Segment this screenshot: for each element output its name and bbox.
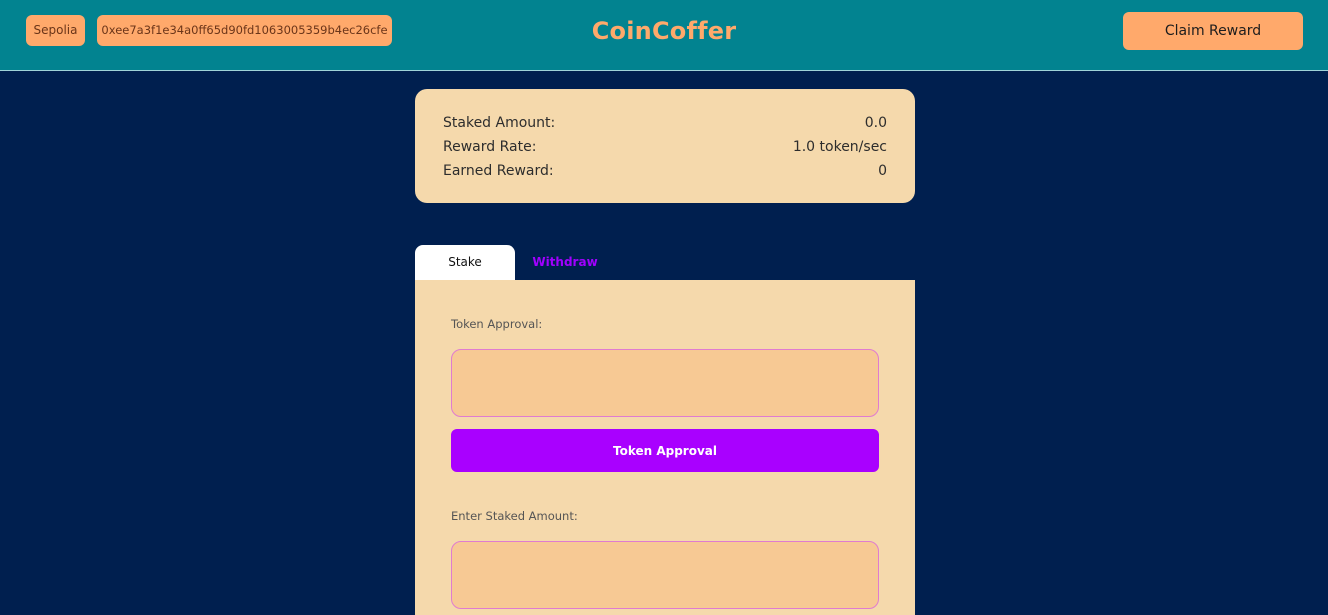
- stake-withdraw-tabs: Stake Withdraw: [415, 245, 915, 280]
- stat-row-earned-reward: Earned Reward: 0: [443, 159, 887, 183]
- tab-stake[interactable]: Stake: [415, 245, 515, 280]
- network-badge[interactable]: Sepolia: [26, 15, 85, 46]
- staking-stats-card: Staked Amount: 0.0 Reward Rate: 1.0 toke…: [415, 89, 915, 203]
- top-header: Sepolia 0xee7a3f1e34a0ff65d90fd106300535…: [0, 0, 1328, 71]
- stat-value: 0.0: [864, 115, 887, 131]
- token-approval-input[interactable]: [451, 349, 879, 417]
- stat-value: 0: [878, 163, 887, 179]
- stat-value: 1.0 token/sec: [792, 139, 887, 155]
- brand-logo: CoinCoffer: [591, 17, 737, 45]
- stake-panel: Token Approval: Token Approval Enter Sta…: [415, 280, 915, 615]
- stat-label: Earned Reward:: [443, 163, 554, 179]
- token-approval-label: Token Approval:: [451, 317, 543, 331]
- stat-row-reward-rate: Reward Rate: 1.0 token/sec: [443, 135, 887, 159]
- stat-row-staked-amount: Staked Amount: 0.0: [443, 111, 887, 135]
- stat-label: Staked Amount:: [443, 115, 556, 131]
- token-approval-button[interactable]: Token Approval: [451, 429, 879, 472]
- staked-amount-input[interactable]: [451, 541, 879, 609]
- stat-label: Reward Rate:: [443, 139, 537, 155]
- staked-amount-label: Enter Staked Amount:: [451, 509, 578, 523]
- tab-withdraw[interactable]: Withdraw: [515, 245, 615, 280]
- claim-reward-button[interactable]: Claim Reward: [1123, 12, 1303, 50]
- wallet-address-badge[interactable]: 0xee7a3f1e34a0ff65d90fd1063005359b4ec26c…: [97, 15, 392, 46]
